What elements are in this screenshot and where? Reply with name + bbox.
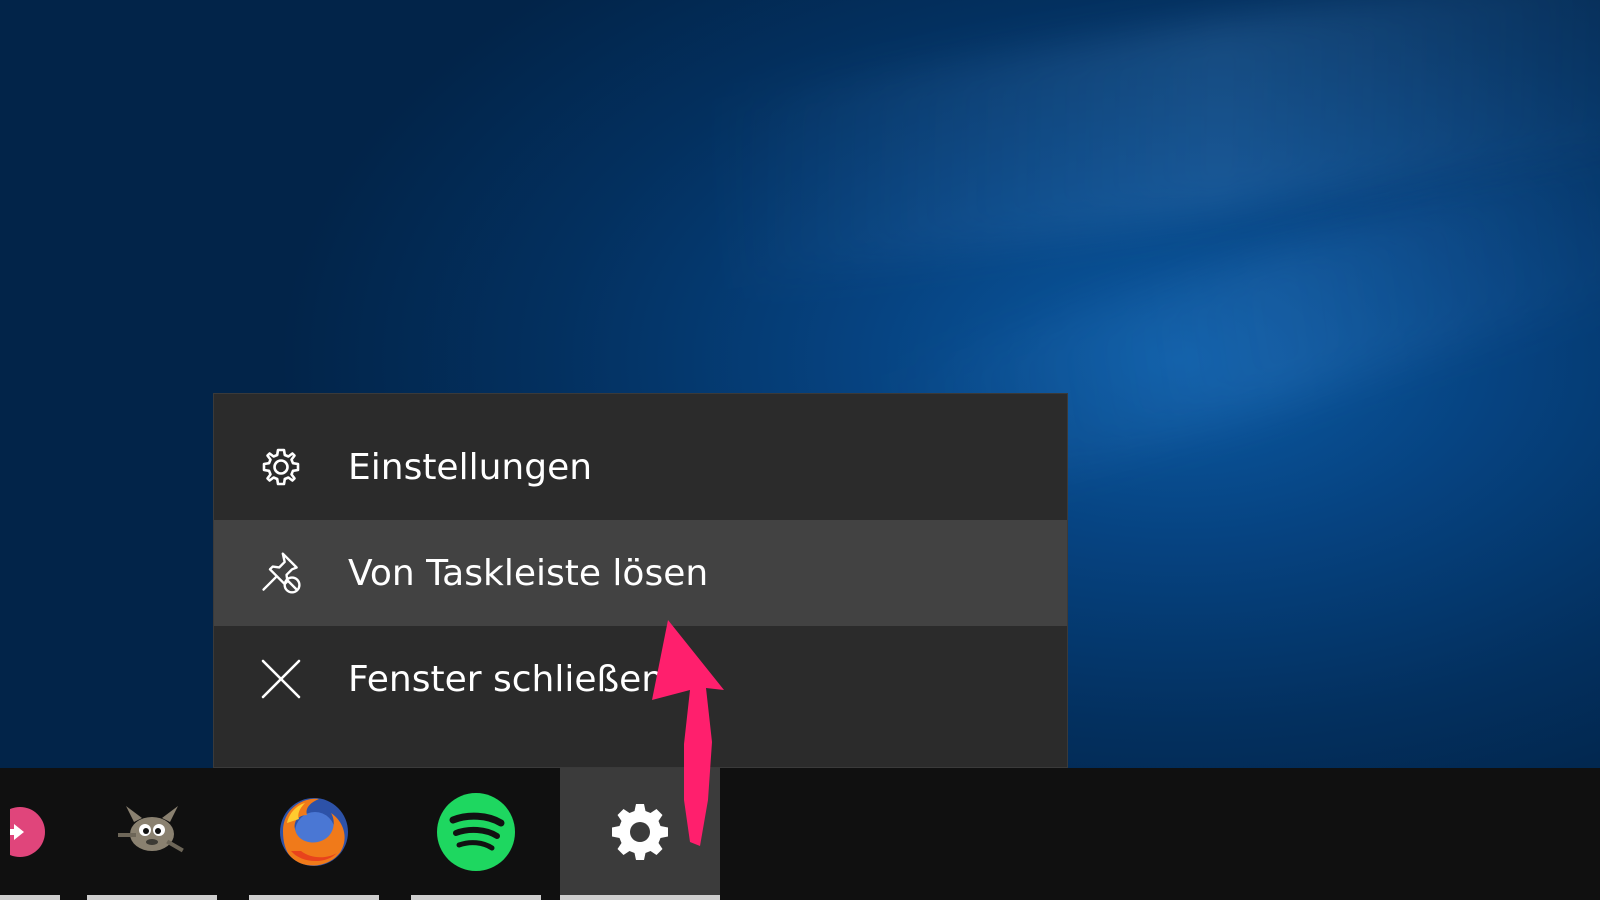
menu-item-unpin-from-taskbar[interactable]: Von Taskleiste lösen: [214, 520, 1067, 626]
running-indicator: [0, 895, 60, 900]
menu-item-label: Einstellungen: [348, 446, 593, 488]
settings-gear-icon: [608, 800, 672, 868]
taskbar-app-button[interactable]: [0, 768, 80, 900]
spotify-icon: [436, 792, 516, 876]
gear-icon: [258, 444, 304, 490]
taskbar-context-menu: Einstellungen Von Taskleiste lösen Fenst…: [213, 393, 1068, 768]
close-icon: [258, 656, 304, 702]
taskbar-app-button[interactable]: [396, 768, 556, 900]
running-indicator: [411, 895, 541, 900]
taskbar: [0, 768, 1600, 900]
taskbar-app-button-settings[interactable]: [560, 768, 720, 900]
menu-item-label: Fenster schließen: [348, 658, 665, 700]
unpin-icon: [258, 550, 304, 596]
menu-item-close-window[interactable]: Fenster schließen: [214, 626, 1067, 732]
pink-app-icon: [0, 802, 70, 866]
gimp-icon: [112, 800, 192, 868]
running-indicator: [249, 895, 379, 900]
taskbar-app-button[interactable]: [72, 768, 232, 900]
running-indicator: [87, 895, 217, 900]
menu-item-settings[interactable]: Einstellungen: [214, 414, 1067, 520]
menu-item-label: Von Taskleiste lösen: [348, 552, 709, 594]
firefox-icon: [275, 793, 353, 875]
active-indicator: [560, 895, 720, 900]
taskbar-app-button[interactable]: [234, 768, 394, 900]
